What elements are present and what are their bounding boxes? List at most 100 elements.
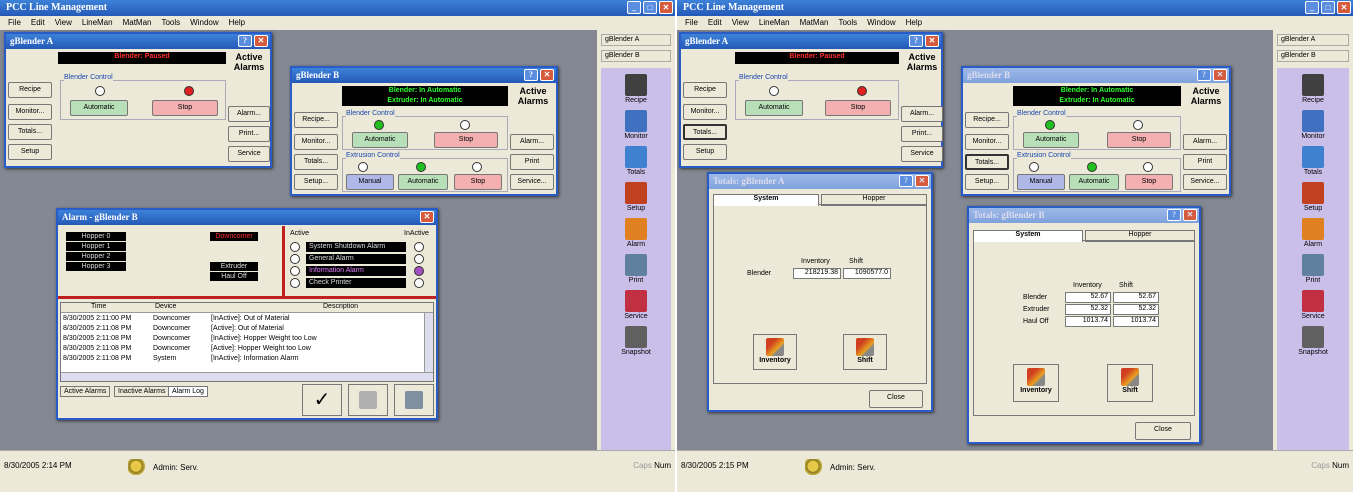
close-dialog-button[interactable]: Close [1135, 422, 1191, 440]
col-description[interactable]: Description [323, 303, 358, 310]
maximize-button[interactable]: □ [643, 1, 657, 14]
tab-system[interactable]: System [713, 194, 819, 206]
tool-setup[interactable]: Setup [625, 182, 647, 212]
alarm-button[interactable]: Alarm... [228, 106, 270, 122]
table-row[interactable]: 8/30/2005 2:11:08 PM Downcomer [InActive]:… [61, 335, 433, 345]
automatic-button[interactable]: Automatic [1023, 132, 1079, 148]
col-time[interactable]: Time [91, 303, 106, 310]
help-button[interactable]: ? [899, 175, 913, 187]
menu-lineman[interactable]: LineMan [759, 18, 790, 28]
help-button[interactable]: ? [238, 35, 252, 47]
tool-alarm[interactable]: Alarm [1302, 218, 1324, 248]
alarm-button[interactable]: Alarm... [510, 134, 554, 150]
monitor-button[interactable]: Monitor... [683, 104, 727, 120]
totals-button[interactable]: Totals... [683, 124, 727, 140]
menu-edit[interactable]: Edit [31, 18, 45, 28]
service-button[interactable]: Service [901, 146, 943, 162]
shift-button[interactable]: Shift [1107, 364, 1153, 402]
stop-button[interactable]: Stop [825, 100, 891, 116]
tool-print[interactable]: Print [625, 254, 647, 284]
menu-file[interactable]: File [685, 18, 698, 28]
print-button[interactable]: Print [1183, 154, 1227, 170]
acknowledge-button[interactable]: ✓ [302, 384, 342, 416]
help-button[interactable]: ? [524, 69, 538, 81]
table-row[interactable]: 8/30/2005 2:11:00 PM Downcomer [InActive]:… [61, 315, 433, 325]
alarm-button[interactable]: Alarm... [1183, 134, 1227, 150]
tool-totals[interactable]: Totals [1302, 146, 1324, 176]
horizontal-scrollbar[interactable] [61, 372, 433, 381]
menu-edit[interactable]: Edit [708, 18, 722, 28]
sidebar-tab-blender-a[interactable]: gBlender A [1277, 34, 1349, 46]
col-device[interactable]: Device [155, 303, 176, 310]
close-button[interactable]: ✕ [925, 35, 939, 47]
tool-totals[interactable]: Totals [625, 146, 647, 176]
help-button[interactable]: ? [909, 35, 923, 47]
sidebar-tab-blender-a[interactable]: gBlender A [601, 34, 671, 46]
manual-button[interactable]: Manual [1017, 174, 1065, 190]
tool-service[interactable]: Service [1301, 290, 1325, 320]
tool-snapshot[interactable]: Snapshot [621, 326, 651, 356]
recipe-button[interactable]: Recipe [683, 82, 727, 98]
print-button[interactable]: Print... [228, 126, 270, 142]
tool-snapshot[interactable]: Snapshot [1298, 326, 1328, 356]
close-button[interactable]: ✕ [540, 69, 554, 81]
shift-button[interactable]: Shift [843, 334, 887, 370]
totals-button[interactable]: Totals... [294, 154, 338, 170]
totals-button[interactable]: Totals... [965, 154, 1009, 170]
menu-matman[interactable]: MatMan [123, 18, 152, 28]
close-dialog-button[interactable]: Close [869, 390, 923, 408]
tool-recipe[interactable]: Recipe [625, 74, 647, 104]
service-button[interactable]: Service [228, 146, 270, 162]
print-log-button[interactable] [394, 384, 434, 416]
tool-print[interactable]: Print [1302, 254, 1324, 284]
close-button[interactable]: ✕ [420, 211, 434, 223]
inventory-button[interactable]: Inventory [753, 334, 797, 370]
close-button[interactable]: ✕ [1337, 1, 1351, 14]
table-row[interactable]: 8/30/2005 2:11:08 PM System [InActive]: In… [61, 355, 433, 365]
tool-alarm[interactable]: Alarm [625, 218, 647, 248]
print-button[interactable]: Print... [901, 126, 943, 142]
menu-help[interactable]: Help [906, 18, 922, 28]
tab-inactive-alarms[interactable]: Inactive Alarms [114, 386, 170, 397]
clear-button[interactable] [348, 384, 388, 416]
tool-setup[interactable]: Setup [1302, 182, 1324, 212]
help-button[interactable]: ? [1167, 209, 1181, 221]
tool-monitor[interactable]: Monitor [624, 110, 648, 140]
menu-window[interactable]: Window [867, 18, 895, 28]
sidebar-tab-blender-b[interactable]: gBlender B [601, 50, 671, 62]
tab-active-alarms[interactable]: Active Alarms [60, 386, 111, 397]
status-user[interactable]: Admin: Serv. [128, 459, 198, 475]
setup-button[interactable]: Setup [8, 144, 52, 160]
table-row[interactable]: 8/30/2005 2:11:08 PM Downcomer [Active]: H… [61, 345, 433, 355]
menu-tools[interactable]: Tools [838, 18, 857, 28]
menu-help[interactable]: Help [229, 18, 245, 28]
inventory-button[interactable]: Inventory [1013, 364, 1059, 402]
monitor-button[interactable]: Monitor... [965, 134, 1009, 150]
extruder-stop-button[interactable]: Stop [454, 174, 502, 190]
automatic-button[interactable]: Automatic [745, 100, 803, 116]
menu-lineman[interactable]: LineMan [82, 18, 113, 28]
close-button[interactable]: ✕ [1213, 69, 1227, 81]
alarm-button[interactable]: Alarm... [901, 106, 943, 122]
table-row[interactable]: 8/30/2005 2:11:08 PM Downcomer [Active]: O… [61, 325, 433, 335]
recipe-button[interactable]: Recipe... [294, 112, 338, 128]
extruder-automatic-button[interactable]: Automatic [1069, 174, 1119, 190]
tab-alarm-log[interactable]: Alarm Log [168, 386, 208, 397]
setup-button[interactable]: Setup... [965, 174, 1009, 190]
recipe-button[interactable]: Recipe... [965, 112, 1009, 128]
menu-view[interactable]: View [55, 18, 72, 28]
service-button[interactable]: Service... [1183, 174, 1227, 190]
close-button[interactable]: ✕ [915, 175, 929, 187]
menu-view[interactable]: View [732, 18, 749, 28]
setup-button[interactable]: Setup [683, 144, 727, 160]
menu-tools[interactable]: Tools [161, 18, 180, 28]
monitor-button[interactable]: Monitor... [8, 104, 52, 120]
automatic-button[interactable]: Automatic [352, 132, 408, 148]
tool-service[interactable]: Service [624, 290, 648, 320]
vertical-scrollbar[interactable] [424, 313, 433, 372]
sidebar-tab-blender-b[interactable]: gBlender B [1277, 50, 1349, 62]
menu-matman[interactable]: MatMan [800, 18, 829, 28]
close-button[interactable]: ✕ [254, 35, 268, 47]
minimize-button[interactable]: _ [1305, 1, 1319, 14]
tool-monitor[interactable]: Monitor [1301, 110, 1325, 140]
